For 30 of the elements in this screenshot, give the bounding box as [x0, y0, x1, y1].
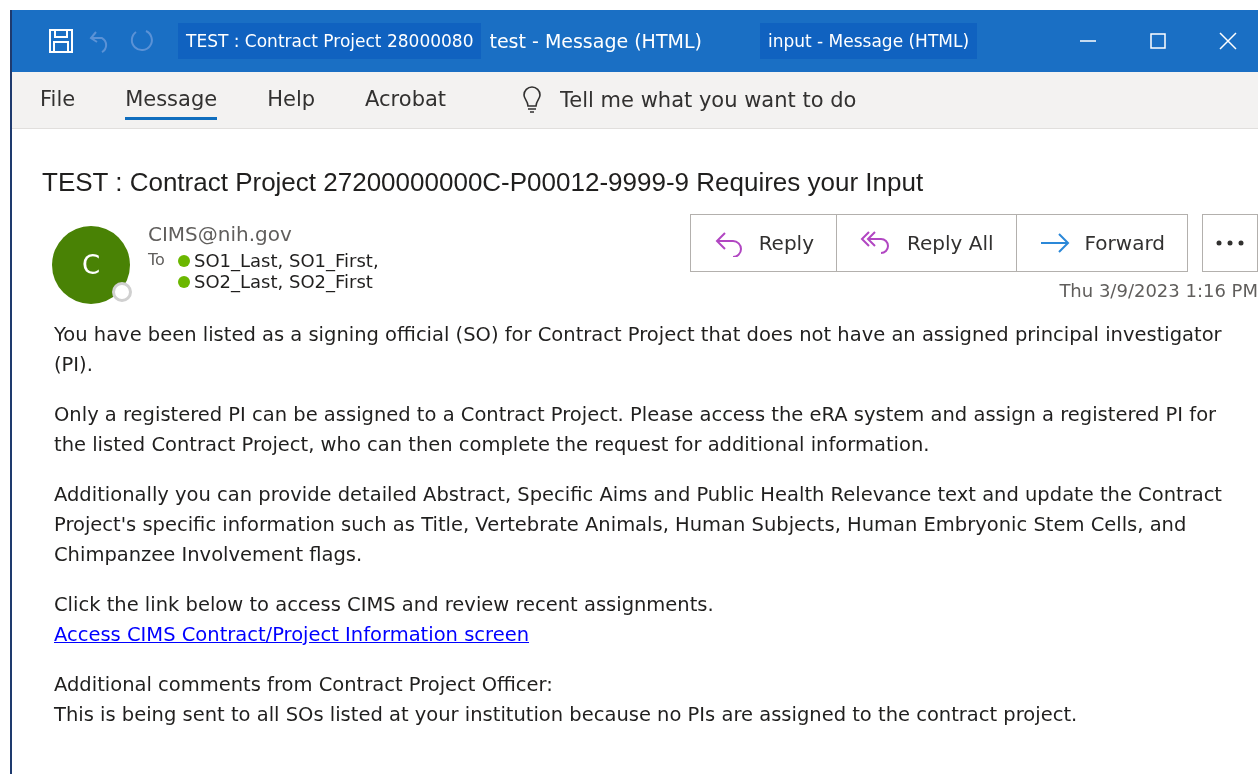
presence-icon	[112, 282, 132, 302]
window-title: test - Message (HTML)	[488, 29, 703, 54]
body-paragraph: This is being sent to all SOs listed at your institution because no PIs are assigned to the contract project.	[54, 702, 1079, 728]
close-icon[interactable]	[1218, 31, 1238, 51]
recipient-name[interactable]: SO1_Last, SO1_First,	[194, 250, 379, 271]
info-link[interactable]: Access CIMS Contract/Project Information screen	[54, 620, 529, 650]
menu-tab[interactable]: Acrobat	[365, 80, 447, 120]
search-field[interactable]: Tell me what you want to do	[558, 87, 923, 113]
body-paragraph: Additionally you can provide detailed Abstract, Specific Aims and Public Health Relevance text and update the Contract Project's specific information such as Title, Vertebrate Animals, Human Subjects, Human Embryonic Stem Cells, and Chimpanzee Involvement flags.	[54, 482, 1223, 568]
recipient-name[interactable]: SO2_Last, SO2_First	[194, 271, 373, 292]
maximize-icon[interactable]	[1148, 31, 1168, 51]
sender-address[interactable]: CIMS@nih.gov	[148, 222, 379, 246]
body-paragraph: You have been listed as a signing official (SO) for Contract Project that does not have an assigned principal investigator (PI).	[54, 322, 1223, 378]
lightbulb-icon	[522, 86, 543, 114]
sender-avatar: C	[52, 226, 130, 304]
body-paragraph: Click the link below to access CIMS and review recent assignments.	[54, 592, 715, 618]
to-label: To	[148, 250, 166, 271]
more-button[interactable]	[1202, 214, 1258, 272]
body-paragraph: Additional comments from Contract Project Officer:	[54, 672, 554, 698]
menu-tab[interactable]: Message	[125, 80, 218, 120]
message-subject: TEST : Contract Project 27200000000C-P00012-9999-9 Requires your Input	[42, 167, 925, 198]
window-title: TEST : Contract Project 28000080	[178, 23, 482, 59]
save-icon[interactable]	[48, 28, 74, 54]
body-paragraph: Only a registered PI can be assigned to a Contract Project. Please access the eRA system and assign a registered PI for the listed Contract Project, who can then complete the request for additional information.	[54, 402, 1218, 458]
window-title: input - Message (HTML)	[759, 23, 978, 59]
menu-tab[interactable]: File	[40, 80, 76, 120]
menu-tab[interactable]: Help	[267, 80, 316, 120]
more-icon	[1216, 240, 1244, 246]
message-date: Thu 3/9/2023 1:16 PM	[1059, 280, 1258, 301]
arrow-right-icon	[1038, 231, 1071, 255]
